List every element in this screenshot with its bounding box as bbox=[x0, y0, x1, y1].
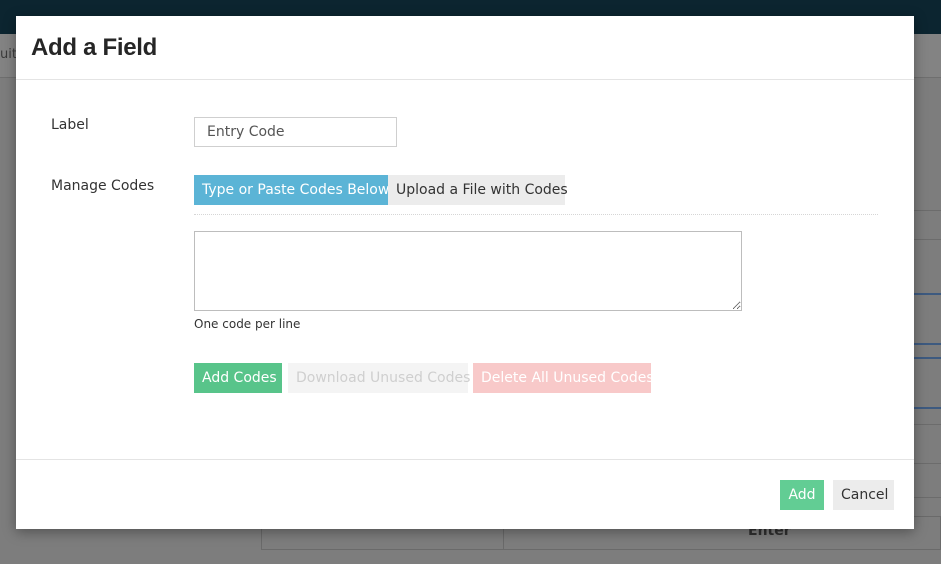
background-divider bbox=[913, 463, 941, 464]
background-row-border bbox=[913, 293, 941, 295]
tab-divider bbox=[194, 214, 878, 215]
manage-codes-label: Manage Codes bbox=[51, 178, 155, 194]
add-button[interactable]: Add bbox=[780, 480, 824, 510]
background-row-border bbox=[913, 357, 941, 359]
label-field-label: Label bbox=[51, 117, 89, 133]
background-divider bbox=[913, 424, 941, 425]
codes-textarea[interactable] bbox=[194, 231, 742, 311]
delete-unused-codes-button[interactable]: Delete All Unused Codes bbox=[473, 363, 654, 393]
background-divider bbox=[913, 239, 941, 240]
background-row-border bbox=[913, 343, 941, 345]
add-codes-button[interactable]: Add Codes bbox=[194, 363, 282, 393]
background-divider bbox=[913, 210, 941, 211]
tab-type-or-paste-codes[interactable]: Type or Paste Codes Below bbox=[194, 175, 389, 205]
modal-header: Add a Field bbox=[16, 16, 914, 80]
background-row-border bbox=[913, 407, 941, 409]
modal-footer: Add Cancel bbox=[16, 459, 914, 529]
download-unused-codes-button[interactable]: Download Unused Codes bbox=[288, 363, 470, 393]
label-input[interactable] bbox=[194, 117, 397, 147]
modal-body: Label Manage Codes Type or Paste Codes B… bbox=[16, 80, 914, 459]
cancel-button[interactable]: Cancel bbox=[833, 480, 894, 510]
background-breadcrumb: uit bbox=[0, 47, 17, 62]
codes-hint: One code per line bbox=[194, 317, 301, 331]
add-field-modal: Add a Field Label Manage Codes Type or P… bbox=[16, 16, 914, 529]
modal-title: Add a Field bbox=[31, 34, 158, 61]
background-divider bbox=[913, 497, 941, 498]
tab-upload-file[interactable]: Upload a File with Codes bbox=[388, 175, 568, 205]
